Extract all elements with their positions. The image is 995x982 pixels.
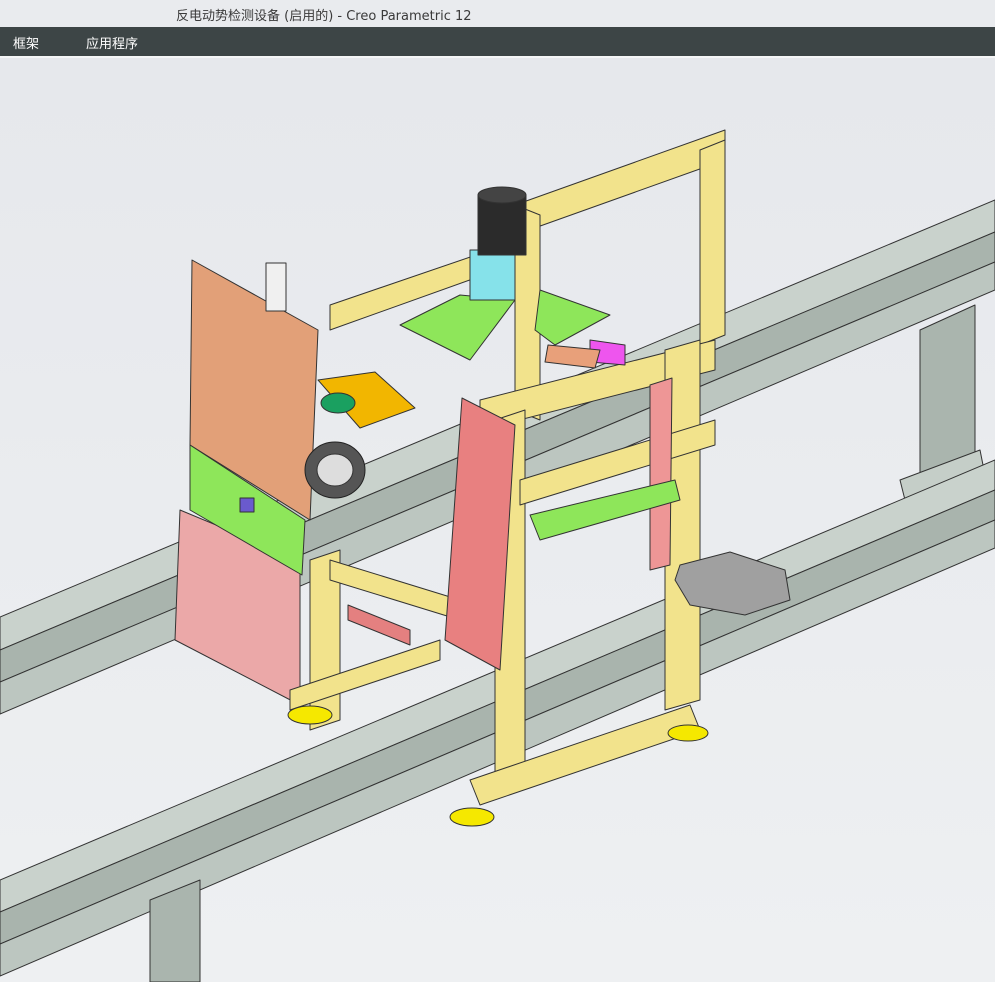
foot-1 bbox=[287, 705, 333, 725]
title-bar: 反电动势检测设备 (启用的) - Creo Parametric 12 bbox=[0, 0, 995, 27]
cylinder-left bbox=[265, 262, 287, 312]
foot-3 bbox=[667, 724, 709, 742]
plate-hole bbox=[320, 392, 356, 414]
menu-item-frame[interactable]: 框架 bbox=[13, 33, 39, 52]
model-viewport[interactable] bbox=[0, 58, 995, 982]
top-plate-green bbox=[399, 294, 516, 361]
window-title: 反电动势检测设备 (启用的) - Creo Parametric 12 bbox=[176, 9, 472, 24]
right-panel-pink bbox=[649, 377, 673, 571]
small-button bbox=[239, 497, 255, 513]
foot-2 bbox=[449, 807, 495, 827]
part-pink-bar bbox=[347, 604, 411, 646]
right-plate-green bbox=[534, 289, 611, 346]
cad-model-view[interactable] bbox=[0, 58, 995, 982]
menu-item-applications[interactable]: 应用程序 bbox=[86, 33, 138, 52]
menu-bar: 框架 应用程序 bbox=[0, 27, 995, 58]
